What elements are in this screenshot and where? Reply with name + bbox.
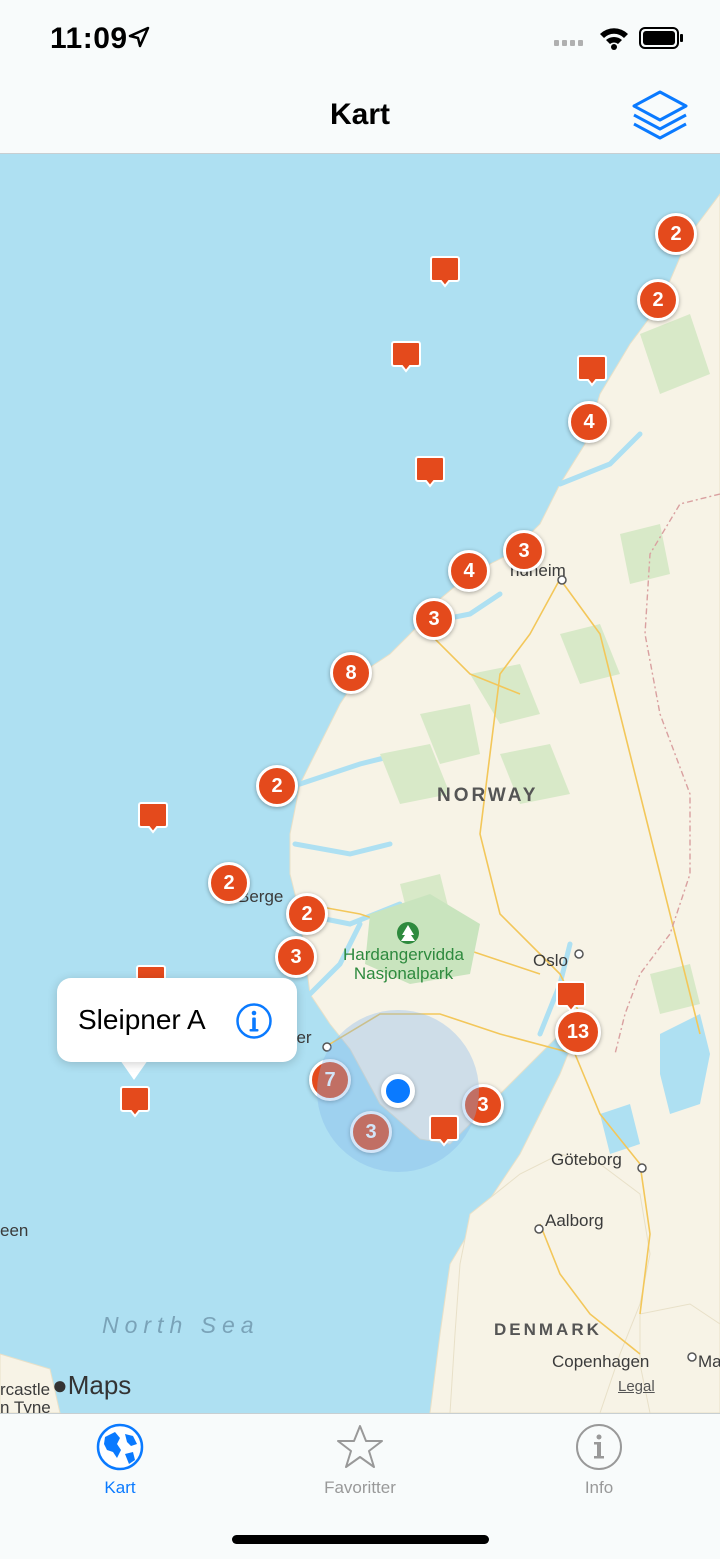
cluster-marker[interactable]: 3 (275, 936, 317, 978)
platform-pin-icon[interactable] (429, 255, 461, 289)
star-icon (337, 1425, 383, 1468)
map-label-park-line1: Hardangervidda (343, 945, 464, 964)
cluster-marker[interactable]: 13 (555, 1009, 601, 1055)
cluster-marker[interactable]: 4 (568, 401, 610, 443)
callout-tail (120, 1060, 148, 1080)
tab-bar: Kart Favoritter Info (0, 1413, 720, 1559)
map-label-aalborg: Aalborg (545, 1211, 604, 1230)
tab-label: Kart (104, 1478, 136, 1497)
map-label-newcastle: rcastle (0, 1380, 51, 1399)
wifi-icon (600, 28, 628, 50)
cluster-marker[interactable]: 4 (448, 550, 490, 592)
selected-platform-pin-icon[interactable] (119, 1085, 151, 1119)
map-label-malmo: Ma (698, 1352, 720, 1371)
tab-label: Info (584, 1478, 614, 1497)
apple-logo-icon: ● (52, 1370, 68, 1400)
platform-pin-icon[interactable] (414, 455, 446, 489)
maps-logo-text: Maps (67, 1370, 132, 1400)
map-label-denmark: DENMARK (494, 1320, 602, 1339)
map-label-oslo: Oslo (533, 951, 568, 970)
annotation-callout[interactable]: Sleipner A (57, 978, 297, 1062)
map-view[interactable]: ndheim NORWAY Berge ger Hardangervidda Na… (0, 154, 720, 1413)
page-title: Kart (329, 98, 390, 131)
cluster-marker[interactable]: 2 (256, 765, 298, 807)
map-label-goteborg: Göteborg (551, 1150, 622, 1169)
platform-pin-icon[interactable] (576, 354, 608, 388)
platform-pin-icon[interactable] (390, 340, 422, 374)
info-circle-icon (576, 1424, 622, 1470)
cluster-marker[interactable]: 8 (330, 652, 372, 694)
legal-link[interactable]: Legal (618, 1378, 655, 1395)
cluster-marker[interactable]: 3 (503, 530, 545, 572)
status-time: 11:09 (50, 22, 128, 55)
cluster-marker[interactable]: 2 (655, 213, 697, 255)
cluster-marker[interactable]: 2 (637, 279, 679, 321)
info-icon[interactable] (235, 1002, 273, 1040)
map-label-aberdeen: een (0, 1221, 29, 1240)
cluster-marker[interactable]: 2 (286, 893, 328, 935)
map-label-tyne: n Tyne (0, 1398, 51, 1413)
battery-icon (639, 27, 683, 49)
callout-title: Sleipner A (78, 1004, 206, 1035)
location-arrow-icon (128, 26, 150, 48)
status-bar: 11:09 (0, 0, 720, 80)
tab-label: Favoritter (324, 1478, 396, 1497)
map-label-park: Hardangervidda Nasjonalpark (343, 945, 464, 983)
navigation-bar: Kart (0, 80, 720, 154)
cluster-marker[interactable]: 3 (413, 598, 455, 640)
signal-icon (554, 40, 583, 46)
map-label-norway: NORWAY (437, 785, 539, 806)
map-basemap (0, 193, 720, 1413)
platform-pin-icon[interactable] (555, 980, 587, 1014)
map-label-copenhagen: Copenhagen (552, 1352, 650, 1371)
home-indicator[interactable] (232, 1535, 489, 1544)
platform-pin-icon[interactable] (137, 801, 169, 835)
apple-maps-logo: ●Maps (52, 1370, 131, 1401)
tab-kart[interactable]: Kart (45, 1422, 195, 1512)
user-location-dot (381, 1074, 415, 1108)
cluster-marker[interactable]: 2 (208, 862, 250, 904)
map-label-north-sea: North Sea (102, 1312, 260, 1338)
status-indicators (554, 27, 683, 50)
tab-favoritter[interactable]: Favoritter (285, 1422, 435, 1512)
map-label-park-line2: Nasjonalpark (353, 964, 454, 983)
globe-icon (96, 1423, 144, 1471)
tab-info[interactable]: Info (524, 1422, 674, 1512)
layers-icon[interactable] (630, 88, 690, 144)
platform-pin-icon[interactable] (428, 1114, 460, 1148)
